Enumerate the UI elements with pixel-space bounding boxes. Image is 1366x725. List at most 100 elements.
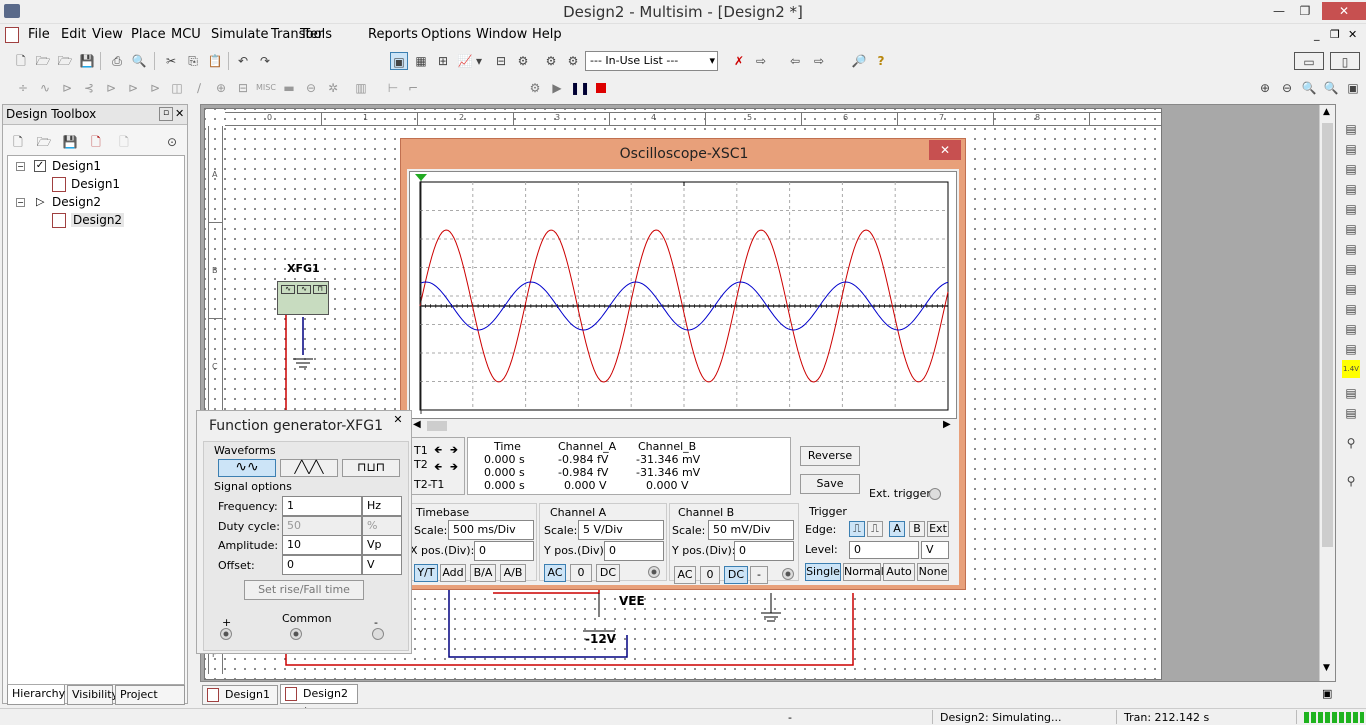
breadboard-icon[interactable]: ▭ <box>1294 52 1324 70</box>
copy-icon[interactable]: ⎘ <box>184 52 202 70</box>
place-source-icon[interactable]: ÷ <box>14 79 32 97</box>
scroll-thumb[interactable] <box>427 421 447 431</box>
database-icon[interactable]: ⊞ <box>434 52 452 70</box>
zoom-out-icon[interactable]: ⊖ <box>1278 79 1296 97</box>
scroll-left-icon[interactable]: ◀ <box>413 419 421 430</box>
spreadsheet-icon[interactable]: ▦ <box>412 52 430 70</box>
common-terminal[interactable] <box>290 628 302 640</box>
toolbox-pin-button[interactable]: ▫ <box>159 107 173 121</box>
menu-tools[interactable]: Tools <box>300 27 332 42</box>
place-power-icon[interactable]: ⊟ <box>234 79 252 97</box>
trigger-b-button[interactable]: B <box>909 521 925 537</box>
document-icon[interactable] <box>5 27 19 43</box>
tab-hierarchy[interactable]: Hierarchy <box>7 685 65 705</box>
paste-icon[interactable]: 📋 <box>206 52 224 70</box>
place-mixed-icon[interactable]: ∕ <box>190 79 208 97</box>
network-analyzer-icon[interactable]: ▤ <box>1342 404 1360 422</box>
save-button[interactable]: Save <box>800 474 860 494</box>
new-design-icon[interactable]: 🗋 <box>9 133 27 151</box>
channel-a-zero-button[interactable]: 0 <box>570 564 592 582</box>
tab-project-view[interactable]: Project View <box>115 685 185 719</box>
checkbox-checked-icon[interactable]: ✓ <box>34 160 46 172</box>
duty-cycle-field[interactable]: 50 <box>282 516 362 536</box>
function-generator-symbol[interactable]: ∿ ∿ ⊓ <box>277 281 329 315</box>
channel-b-scale-field[interactable]: 50 mV/Div <box>708 520 794 540</box>
close-button[interactable]: ✕ <box>1322 2 1366 20</box>
print-icon[interactable]: ⎙ <box>108 52 126 70</box>
channel-a-ypos-field[interactable]: 0 <box>604 541 664 561</box>
reverse-button[interactable]: Reverse <box>800 446 860 466</box>
vertical-scrollbar[interactable]: ▲ ▼ <box>1319 105 1335 681</box>
stop-simulation-icon[interactable] <box>592 79 610 97</box>
rising-edge-button[interactable]: ⎍ <box>849 521 865 537</box>
yt-button[interactable]: Y/T <box>414 564 438 582</box>
delete-design-icon[interactable]: 🗋 <box>115 133 133 151</box>
place-hierarchical-icon[interactable]: ⊢ <box>384 79 402 97</box>
postprocessor-icon[interactable]: ⊟ <box>492 52 510 70</box>
open-sample-icon[interactable]: 🗁 <box>56 52 74 70</box>
redo-icon[interactable]: ↷ <box>256 52 274 70</box>
t2-left-arrow-icon[interactable]: 🡸 <box>434 460 442 477</box>
fg-close-button[interactable]: ✕ <box>389 413 407 429</box>
zoom-full-icon[interactable]: ▣ <box>1344 79 1362 97</box>
frequency-unit[interactable]: Hz <box>362 496 402 516</box>
trigger-ext-button[interactable]: Ext <box>927 521 949 537</box>
add-button[interactable]: Add <box>440 564 466 582</box>
set-rise-fall-button[interactable]: Set rise/Fall time <box>244 580 364 600</box>
scroll-up-icon[interactable]: ▲ <box>1323 107 1330 117</box>
expand-toggle-icon[interactable]: − <box>16 198 25 207</box>
channel-a-scale-field[interactable]: 5 V/Div <box>578 520 664 540</box>
expand-toggle-icon[interactable]: − <box>16 162 25 171</box>
dropdown-arrow-icon[interactable]: ▾ <box>474 52 484 70</box>
probe-meter-icon[interactable]: 1.4V <box>1342 360 1360 378</box>
minimize-button[interactable]: — <box>1266 2 1292 20</box>
current-probe-icon[interactable]: ⚲ <box>1342 434 1360 452</box>
auto-button[interactable]: Auto <box>883 563 915 581</box>
negative-terminal[interactable] <box>372 628 384 640</box>
scroll-thumb[interactable] <box>1322 123 1333 547</box>
word-generator-icon[interactable]: ▤ <box>1342 260 1360 278</box>
positive-terminal[interactable] <box>220 628 232 640</box>
multimeter-icon[interactable]: ▤ <box>1342 120 1360 138</box>
run-simulation-icon[interactable]: ▶ <box>548 79 566 97</box>
trigger-a-button[interactable]: A <box>889 521 905 537</box>
help-icon[interactable]: ? <box>872 52 890 70</box>
place-misc-icon[interactable]: MISC <box>256 79 276 97</box>
oscilloscope-close-button[interactable]: ✕ <box>929 140 961 160</box>
grapher-icon[interactable]: 📈 <box>456 52 474 70</box>
tree-item-design1[interactable]: Design1 <box>52 159 101 173</box>
menu-options[interactable]: Options <box>421 27 471 42</box>
channel-b-invert-button[interactable]: - <box>750 566 768 584</box>
electrical-rules-icon[interactable]: ⚙ <box>542 52 560 70</box>
menu-edit[interactable]: Edit <box>61 27 86 42</box>
menu-help[interactable]: Help <box>532 27 562 42</box>
a-over-b-button[interactable]: A/B <box>500 564 526 582</box>
tab-design2[interactable]: Design2 * <box>280 684 358 718</box>
save-icon[interactable]: 💾 <box>78 52 96 70</box>
project-view-icon[interactable]: ⊙ <box>163 133 181 151</box>
frequency-counter-icon[interactable]: ▤ <box>1342 240 1360 258</box>
level-field[interactable]: 0 <box>849 541 919 559</box>
save-design-icon[interactable]: 💾 <box>61 133 79 151</box>
channel-a-ac-button[interactable]: AC <box>544 564 566 582</box>
iv-analyzer-icon[interactable]: ▤ <box>1342 320 1360 338</box>
menu-place[interactable]: Place <box>131 27 166 42</box>
logic-converter-icon[interactable]: ▤ <box>1342 300 1360 318</box>
place-basic-icon[interactable]: ∿ <box>36 79 54 97</box>
place-diode-icon[interactable]: ⊳ <box>58 79 76 97</box>
place-transistor-icon[interactable]: ⊰ <box>80 79 98 97</box>
place-advanced-icon[interactable]: ▬ <box>280 79 298 97</box>
zoom-in-icon[interactable]: ⊕ <box>1256 79 1274 97</box>
zoom-area-icon[interactable]: 🔍 <box>1300 79 1318 97</box>
tab-visibility[interactable]: Visibility <box>67 685 118 705</box>
fullscreen-icon[interactable]: ▣ <box>390 52 408 70</box>
labview-icon[interactable]: ▤ <box>1342 384 1360 402</box>
scroll-down-icon[interactable]: ▼ <box>1323 663 1330 673</box>
place-electromech-icon[interactable]: ✲ <box>324 79 342 97</box>
channel-b-radio[interactable] <box>782 568 794 580</box>
duty-cycle-unit[interactable]: % <box>362 516 402 536</box>
channel-b-zero-button[interactable]: 0 <box>700 566 720 584</box>
menu-view[interactable]: View <box>92 27 123 42</box>
side-panel-icon[interactable]: ▯ <box>1330 52 1360 70</box>
toolbox-close-button[interactable]: ✕ <box>175 107 187 121</box>
